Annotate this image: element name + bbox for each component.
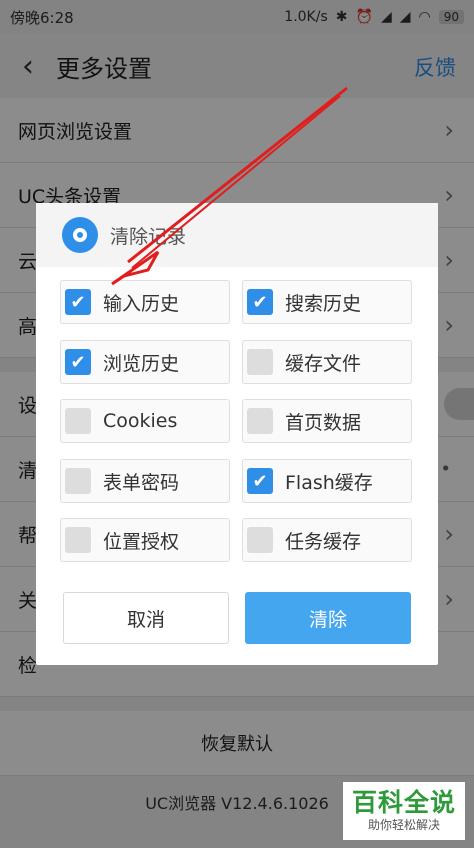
- option-label: 输入历史: [103, 292, 180, 315]
- checkbox-unchecked[interactable]: [247, 349, 273, 375]
- option-search-history[interactable]: ✔ 搜索历史: [242, 280, 412, 324]
- watermark-sub-text: 助你轻松解决: [367, 818, 440, 832]
- checkbox-checked[interactable]: ✔: [247, 468, 273, 494]
- watermark-main-text: 百科全说: [351, 788, 456, 817]
- option-input-history[interactable]: ✔ 输入历史: [60, 280, 230, 324]
- dialog-header: 清除记录: [36, 203, 438, 267]
- checkbox-unchecked[interactable]: [65, 408, 91, 434]
- option-label: 任务缓存: [285, 530, 362, 553]
- option-browse-history[interactable]: ✔ 浏览历史: [60, 340, 230, 384]
- checkbox-checked[interactable]: ✔: [247, 289, 273, 315]
- option-label: 首页数据: [285, 411, 362, 434]
- checkbox-unchecked[interactable]: [247, 527, 273, 553]
- gear-icon: [62, 217, 98, 253]
- option-homepage-data[interactable]: 首页数据: [242, 399, 412, 443]
- option-label: 表单密码: [103, 471, 180, 494]
- option-task-cache[interactable]: 任务缓存: [242, 518, 412, 562]
- option-label: 浏览历史: [103, 352, 180, 375]
- option-location-permission[interactable]: 位置授权: [60, 518, 230, 562]
- clear-records-dialog: 清除记录 ✔ 输入历史 ✔ 搜索历史 ✔ 浏览历史 缓存文件 Cookies 首…: [36, 203, 438, 665]
- checkbox-unchecked[interactable]: [65, 527, 91, 553]
- checkbox-checked[interactable]: ✔: [65, 289, 91, 315]
- checkbox-unchecked[interactable]: [65, 468, 91, 494]
- dialog-title: 清除记录: [110, 225, 187, 248]
- clear-button[interactable]: 清除: [245, 592, 411, 644]
- option-label: 缓存文件: [285, 352, 362, 375]
- option-label: Flash缓存: [285, 471, 373, 494]
- watermark-logo: 百科全说 助你轻松解决: [343, 782, 465, 840]
- checkbox-checked[interactable]: ✔: [65, 349, 91, 375]
- option-cookies[interactable]: Cookies: [60, 399, 230, 443]
- option-label: 搜索历史: [285, 292, 362, 315]
- option-label: 位置授权: [103, 530, 180, 553]
- option-label: Cookies: [103, 410, 178, 432]
- cancel-button[interactable]: 取消: [63, 592, 229, 644]
- option-form-passwords[interactable]: 表单密码: [60, 459, 230, 503]
- option-flash-cache[interactable]: ✔ Flash缓存: [242, 459, 412, 503]
- option-cache-files[interactable]: 缓存文件: [242, 340, 412, 384]
- checkbox-unchecked[interactable]: [247, 408, 273, 434]
